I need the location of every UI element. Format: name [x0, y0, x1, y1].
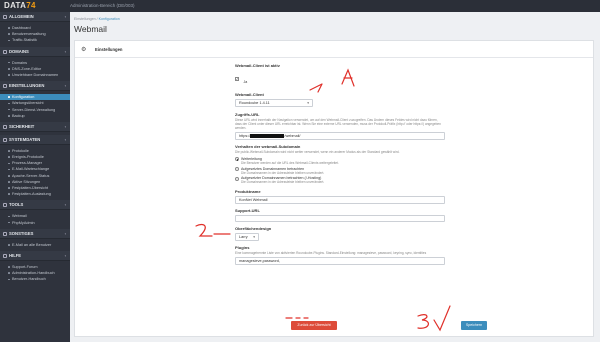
webmail-form: Webmail-Client ist aktiv ✓ Ja Webmail-Cl… [235, 63, 445, 265]
sidebar-item[interactable]: E-Mail an alle Benutzer [0, 242, 70, 248]
sidebar-item[interactable]: Traffic-Statistik [0, 37, 70, 43]
skin-select-value: Larry [239, 235, 248, 240]
chevron-left-icon: ‹ [64, 48, 66, 54]
url-prefix: https:// [239, 134, 251, 139]
sidebar-section-hilfe[interactable]: HILFE ‹ [0, 250, 70, 261]
sidebar-item[interactable]: Festplatten-Auslastung [0, 191, 70, 197]
breadcrumb: Einstellungen / Konfiguration [74, 17, 120, 21]
radio-button[interactable] [235, 157, 239, 162]
sidebar-section-label: DOMAINS [9, 48, 29, 54]
sidebar-section-label: ALLGEMEIN [9, 14, 34, 19]
chevron-down-icon: ▾ [307, 101, 309, 105]
logo-text: DATA [4, 1, 27, 10]
skin-select[interactable]: Larry ▾ [235, 233, 259, 241]
page-title: Webmail [74, 24, 107, 34]
sidebar-section-domains[interactable]: DOMAINS ‹ [0, 46, 70, 57]
product-label: Produktname [235, 189, 261, 195]
enable-value: Ja [243, 80, 248, 84]
chevron-left-icon: ‹ [64, 202, 66, 208]
sidebar-section-systemdaten[interactable]: SYSTEMDATEN ‹ [0, 134, 70, 145]
sidebar-section-sicherheit[interactable]: SICHERHEIT ‹ [0, 121, 70, 132]
sidebar-section-einstellungen[interactable]: EINSTELLUNGEN ‹ [0, 81, 70, 92]
panel-title: Einstellungen [95, 47, 123, 52]
url-hint: Diese URL wird innerhalb der Navigation … [235, 117, 441, 130]
back-to-overview-button[interactable]: Zurück zur Übersicht [291, 321, 337, 330]
support-input[interactable] [235, 214, 445, 223]
chevron-left-icon: ‹ [64, 230, 66, 236]
chevron-left-icon: ‹ [64, 136, 66, 142]
enable-checkbox[interactable]: ✓ [235, 76, 239, 81]
sidebar-section-label: EINSTELLUNGEN [9, 83, 45, 89]
behavior-radio-group: Weiterleitung Die Benutzer werden auf die… [235, 157, 445, 185]
client-select-value: Roundcube 1.4.11 [239, 101, 270, 105]
chevron-down-icon: ▾ [253, 235, 255, 240]
sidebar-section-label: TOOLS [9, 202, 24, 208]
url-suffix: /webmail/ [284, 134, 301, 139]
settings-panel: ⚙ Einstellungen Webmail-Client ist aktiv… [74, 40, 594, 337]
app-logo[interactable]: DATA74 [4, 1, 36, 10]
sidebar-section-sonstiges[interactable]: SONSTIGES ‹ [0, 228, 70, 239]
save-button[interactable]: Speichern [461, 321, 487, 330]
skin-label: Oberflächendesign [235, 226, 272, 232]
chevron-left-icon: ‹ [64, 252, 66, 258]
panel-header: ⚙ Einstellungen [75, 41, 593, 58]
behavior-radio-option[interactable]: Aufgesetztes Domainnamen betrachten Die D… [235, 167, 445, 175]
redaction-bar [250, 134, 285, 138]
sidebar-section-tools[interactable]: TOOLS ‹ [0, 200, 70, 211]
section-icon [3, 84, 7, 89]
section-icon [3, 124, 7, 129]
behavior-label: Verhalten der webmail-Subdomain [235, 143, 301, 149]
sidebar-section-allgemein[interactable]: ALLGEMEIN ‹ [0, 12, 70, 22]
sidebar: ALLGEMEIN ‹ Dashboard Benutzerverwaltung Tra… [0, 12, 70, 342]
client-label: Webmail-Client [235, 92, 264, 97]
url-label: Zugriffs-URL [235, 111, 260, 117]
section-icon [3, 253, 7, 258]
sidebar-item[interactable]: Umziehbare Domainnamen [0, 72, 70, 78]
url-input[interactable]: https:// /webmail/ [235, 132, 445, 140]
section-icon [3, 231, 7, 236]
breadcrumb-item-konfiguration[interactable]: Konfiguration [99, 17, 120, 21]
section-icon [3, 15, 7, 19]
plugins-label: Plugins [235, 244, 250, 250]
plugins-input[interactable]: managesieve,password, [235, 257, 445, 265]
section-icon [3, 137, 7, 142]
sidebar-item[interactable]: PhpMyAdmin [0, 220, 70, 226]
product-input-value: KonNet Webmail [239, 198, 268, 203]
radio-hint: Die Domainnamen in der Adressleiste blei… [241, 170, 325, 175]
header-title: Administration-Bereich (DE/003) [70, 3, 135, 8]
product-input[interactable]: KonNet Webmail [235, 196, 445, 204]
sidebar-item[interactable]: Backup [0, 113, 70, 119]
plugins-input-value: managesieve,password, [239, 259, 280, 264]
top-bar: DATA74 Administration-Bereich (DE/003) [0, 0, 600, 12]
enable-label: Webmail-Client ist aktiv [235, 63, 280, 68]
sidebar-section-label: HILFE [9, 252, 22, 258]
chevron-left-icon: ‹ [64, 123, 66, 129]
behavior-radio-option[interactable]: Aufgesetzter Domainnamen betrachten (/-H… [235, 176, 445, 184]
sidebar-item[interactable]: Benutzer-Handbuch [0, 276, 70, 282]
radio-button[interactable] [235, 167, 239, 172]
sidebar-section-label: SONSTIGES [9, 230, 34, 236]
radio-hint: Die Domainnamen in der Adressleiste blei… [241, 180, 325, 185]
radio-hint: Die Benutzer werden auf die URL des Webm… [241, 160, 339, 165]
sidebar-section-label: SYSTEMDATEN [9, 136, 41, 142]
radio-button[interactable] [235, 176, 239, 181]
plugins-hint: Eine kommagetrennte Liste von aktivierte… [235, 250, 427, 255]
behavior-hint: Die public-Webmail-Subdomain wird nicht … [235, 149, 400, 154]
section-icon [3, 49, 7, 54]
client-select[interactable]: Roundcube 1.4.11 ▾ [235, 99, 313, 107]
support-label: Support-URL [235, 207, 260, 213]
gear-icon: ⚙ [81, 47, 87, 53]
chevron-left-icon: ‹ [64, 14, 66, 19]
behavior-radio-option[interactable]: Weiterleitung Die Benutzer werden auf die… [235, 157, 445, 165]
sidebar-section-label: SICHERHEIT [9, 123, 35, 129]
breadcrumb-item-einstellungen[interactable]: Einstellungen [74, 17, 96, 21]
chevron-left-icon: ‹ [64, 83, 66, 89]
section-icon [3, 203, 7, 208]
